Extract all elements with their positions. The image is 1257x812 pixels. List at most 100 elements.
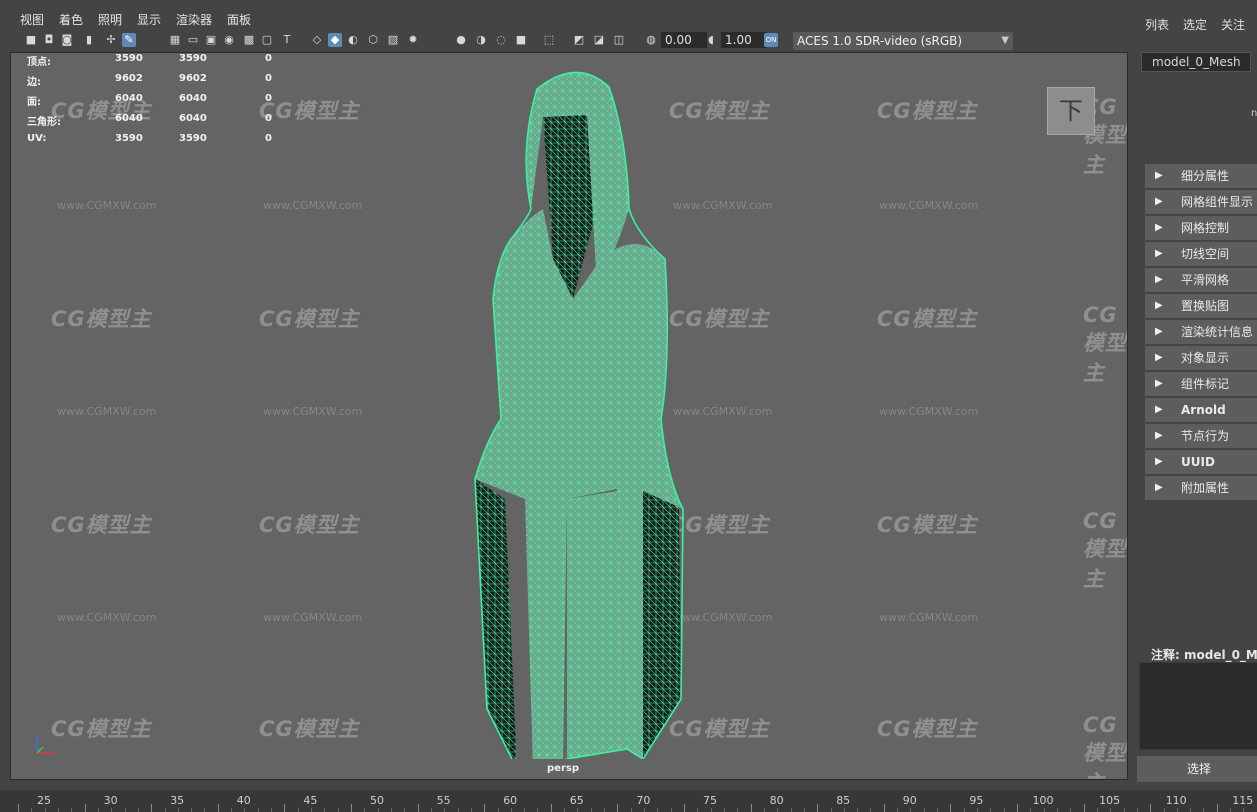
default-material-icon[interactable]: ◐: [346, 33, 360, 47]
menu-shading[interactable]: 着色: [59, 11, 83, 28]
timeline-tick-mark: [497, 808, 499, 812]
smooth-shade-icon[interactable]: ◆: [328, 33, 342, 47]
tab-list[interactable]: 列表: [1145, 16, 1169, 33]
section-component-tags[interactable]: ▶ 组件标记: [1145, 372, 1257, 396]
exposure-field[interactable]: 0.00: [661, 32, 707, 48]
timeline-tick-mark: [604, 808, 606, 812]
section-node-behavior[interactable]: ▶ 节点行为: [1145, 424, 1257, 448]
timeline-tick-label: 85: [836, 794, 851, 807]
isolate-select-icon[interactable]: ⬚: [542, 33, 556, 47]
exposure-icon[interactable]: ◍: [644, 33, 658, 47]
timeline-tick-mark: [364, 808, 366, 812]
timeline-tick-mark: [1056, 808, 1058, 812]
bookmark-camera-icon[interactable]: ◙: [60, 33, 74, 47]
use-all-lights-icon[interactable]: ✹: [406, 33, 420, 47]
menu-view[interactable]: 视图: [20, 11, 44, 28]
grease-pencil-icon[interactable]: ✎: [122, 33, 136, 47]
section-extra-attributes[interactable]: ▶ 附加属性: [1145, 476, 1257, 500]
expand-triangle-icon: ▶: [1155, 248, 1163, 259]
image-plane-icon[interactable]: ▮: [82, 33, 96, 47]
watermark: CG模型主: [877, 513, 978, 537]
timeline-tick-mark: [444, 808, 446, 812]
section-mesh-controls[interactable]: ▶ 网格控制: [1145, 216, 1257, 240]
camera-depth-icon[interactable]: ◫: [612, 33, 626, 47]
section-arnold[interactable]: ▶ Arnold: [1145, 398, 1257, 422]
select-camera-icon[interactable]: ■: [24, 33, 38, 47]
xray-joints-icon[interactable]: ◩: [572, 33, 586, 47]
resolution-gate-icon[interactable]: ▣: [204, 33, 218, 47]
section-object-display[interactable]: ▶ 对象显示: [1145, 346, 1257, 370]
safe-action-icon[interactable]: ▢: [260, 33, 274, 47]
timeline-tick-mark: [84, 804, 86, 812]
timeline-tick-mark: [231, 808, 233, 812]
section-mesh-component-display[interactable]: ▶ 网格组件显示: [1145, 190, 1257, 214]
expand-triangle-icon: ▶: [1155, 352, 1163, 363]
timeline-tick-label: 50: [370, 794, 384, 807]
notes-textarea[interactable]: [1139, 662, 1257, 750]
watermark-url: www.CGMXW.com: [263, 611, 363, 624]
watermark: CG模型主: [1083, 509, 1127, 591]
gamma-icon[interactable]: ◖: [704, 33, 718, 47]
film-gate-icon[interactable]: ▭: [186, 33, 200, 47]
timeline-tick-mark: [377, 808, 379, 812]
color-space-dropdown[interactable]: ACES 1.0 SDR-video (sRGB) ▼: [793, 32, 1013, 50]
timeline-tick-mark: [617, 804, 619, 812]
menu-lighting[interactable]: 照明: [98, 11, 122, 28]
timeline-tick-mark: [710, 808, 712, 812]
timeline-tick-label: 100: [1032, 794, 1054, 807]
xray-components-icon[interactable]: ◪: [592, 33, 606, 47]
select-button[interactable]: 选择: [1137, 756, 1257, 782]
color-space-value: ACES 1.0 SDR-video (sRGB): [797, 34, 963, 48]
camera-attributes-icon[interactable]: ◘: [42, 33, 56, 47]
anti-aliasing-icon[interactable]: ■: [514, 33, 528, 47]
tab-focus[interactable]: 关注: [1221, 16, 1245, 33]
timeline-tick-mark: [271, 808, 273, 812]
view-cube[interactable]: 下: [1047, 87, 1095, 135]
watermark-url: www.CGMXW.com: [263, 199, 363, 212]
timeline-tick-mark: [324, 808, 326, 812]
grid-icon[interactable]: ▦: [168, 33, 182, 47]
menu-panels[interactable]: 面板: [227, 11, 251, 28]
persp-viewport[interactable]: CG模型主 CG模型主 CG模型主 CG模型主 CG模型主 www.CGMXW.…: [10, 52, 1128, 780]
wireframe-robe-mesh[interactable]: [467, 59, 687, 759]
shadows-icon[interactable]: ●: [454, 33, 468, 47]
motion-blur-icon[interactable]: ◌: [494, 33, 508, 47]
timeline-tick-label: 65: [569, 794, 584, 807]
timeline-tick-mark: [97, 808, 99, 812]
screen-space-ao-icon[interactable]: ◑: [474, 33, 488, 47]
timeline-tick-mark: [1150, 804, 1152, 812]
timeline-tick-label: 45: [303, 794, 318, 807]
section-tangent-space[interactable]: ▶ 切线空间: [1145, 242, 1257, 266]
timeline-tick-mark: [1136, 808, 1138, 812]
section-subdivision[interactable]: ▶ 细分属性: [1145, 164, 1257, 188]
color-management-toggle[interactable]: ON: [764, 33, 778, 47]
timeline-tick-label: 60: [503, 794, 518, 807]
xray-icon[interactable]: ▧: [386, 33, 400, 47]
timeline-tick-mark: [337, 808, 339, 812]
gamma-field[interactable]: 1.00: [721, 32, 767, 48]
tab-selected[interactable]: 选定: [1183, 16, 1207, 33]
timeline-tick-mark: [1003, 808, 1005, 812]
section-uuid[interactable]: ▶ UUID: [1145, 450, 1257, 474]
section-smooth-mesh[interactable]: ▶ 平滑网格: [1145, 268, 1257, 292]
wireframe-icon[interactable]: ◇: [310, 33, 324, 47]
expand-triangle-icon: ▶: [1155, 482, 1163, 493]
section-displacement-map[interactable]: ▶ 置换贴图: [1145, 294, 1257, 318]
timeline-tick-mark: [1110, 808, 1112, 812]
timeline-tick-mark: [1190, 808, 1192, 812]
node-name-field[interactable]: model_0_Mesh: [1141, 52, 1251, 72]
menu-renderer[interactable]: 渲染器: [176, 11, 212, 28]
watermark-url: www.CGMXW.com: [57, 405, 157, 418]
timeline-tick-mark: [750, 804, 752, 812]
menu-show[interactable]: 显示: [137, 11, 161, 28]
field-chart-icon[interactable]: ▩: [242, 33, 256, 47]
gate-mask-icon[interactable]: ◉: [222, 33, 236, 47]
timeline-tick-mark: [430, 808, 432, 812]
section-render-stats[interactable]: ▶ 渲染统计信息: [1145, 320, 1257, 344]
time-slider[interactable]: 25 30 35 40 45 50 55 60 65 70 75 80 85 90 95 100 105 110 1…: [0, 790, 1257, 812]
timeline-tick-mark: [1017, 804, 1018, 812]
two-d-pan-zoom-icon[interactable]: ✢: [104, 33, 118, 47]
safe-title-icon[interactable]: T: [280, 33, 294, 47]
wireframe-on-shaded-icon[interactable]: ⬡: [366, 33, 380, 47]
timeline-tick-label: 25: [37, 794, 51, 807]
